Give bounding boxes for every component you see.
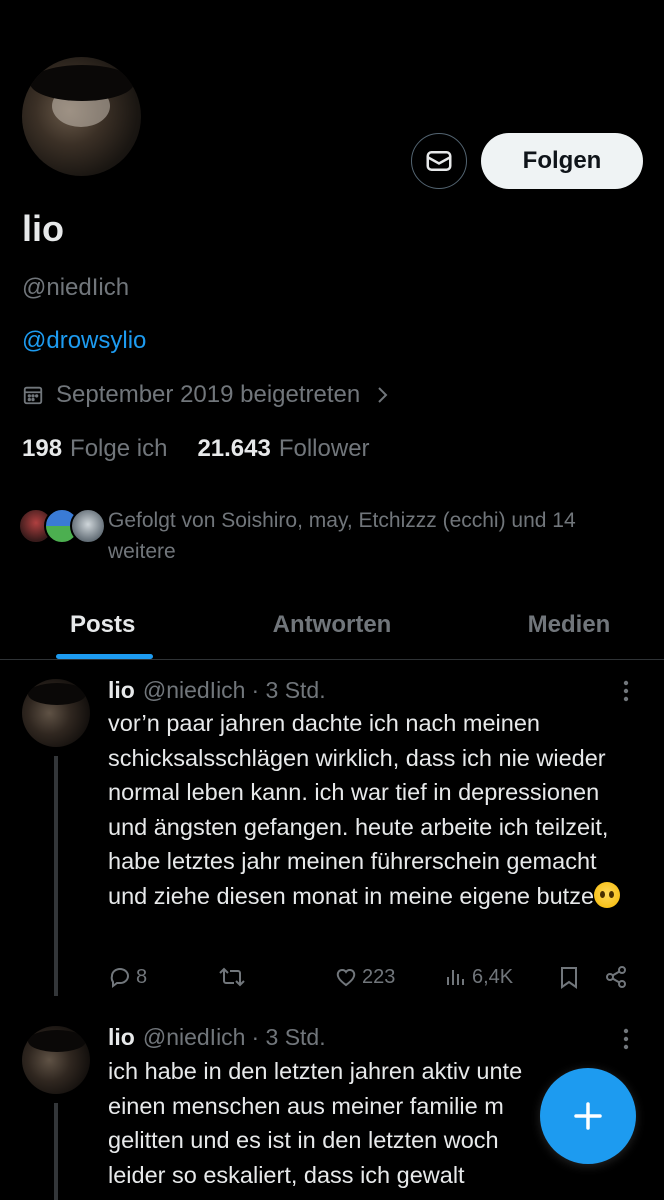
chevron-right-icon — [378, 387, 388, 403]
joined-text: September 2019 beigetreten — [56, 381, 361, 408]
reply-count: 8 — [136, 965, 148, 988]
calendar-icon — [23, 386, 43, 405]
profile-avatar[interactable] — [22, 57, 141, 176]
followers-count: 21.643 — [197, 435, 271, 462]
heart-icon — [336, 969, 356, 987]
post-author-handle[interactable]: @niedIich — [143, 677, 246, 704]
follower-avatar — [70, 508, 106, 544]
views-button[interactable]: 6,4K — [444, 965, 513, 989]
post-author-name[interactable]: lio — [108, 1024, 135, 1051]
post-body: vor’n paar jahren dachte ich nach meinen… — [108, 710, 615, 909]
reply-icon — [110, 968, 129, 988]
followers-stat[interactable]: 21.643 Follower — [197, 435, 369, 463]
followers-label: Follower — [278, 435, 370, 462]
views-icon — [447, 970, 464, 985]
share-button[interactable] — [604, 965, 628, 989]
post-header: lio @niedIich · 3 Std. — [108, 677, 326, 704]
thread-line — [54, 1103, 58, 1200]
bio-link[interactable]: @drowsylio — [22, 327, 146, 355]
post-time: · 3 Std. — [251, 677, 326, 703]
share-icon — [606, 966, 626, 988]
profile-handle: @niedIich — [22, 274, 130, 301]
envelope-icon — [426, 151, 452, 171]
post[interactable]: lio @niedIich · 3 Std. vor’n paar jahren… — [0, 660, 664, 1010]
follow-button[interactable]: Folgen — [481, 133, 643, 189]
plus-icon — [574, 1102, 602, 1130]
view-count: 6,4K — [472, 965, 514, 988]
compose-button[interactable] — [540, 1068, 636, 1164]
reply-button[interactable]: 8 — [108, 965, 147, 989]
post-avatar[interactable] — [22, 679, 90, 747]
repost-button[interactable] — [218, 965, 246, 989]
message-button[interactable] — [411, 133, 467, 189]
post-author-name[interactable]: lio — [108, 677, 135, 704]
tab-replies[interactable]: Antworten — [210, 590, 454, 659]
profile-stats: 198 Folge ich 21.643 Follower — [22, 435, 370, 463]
tab-label: Medien — [527, 610, 611, 638]
followed-by-text[interactable]: Gefolgt von Soishiro, may, Etchizzz (ecc… — [108, 505, 648, 567]
post-time: · 3 Std. — [251, 1024, 326, 1050]
tab-label: Antworten — [272, 610, 392, 638]
post-author-handle[interactable]: @niedIich — [143, 1024, 246, 1051]
following-label: Folge ich — [70, 435, 168, 462]
tab-posts[interactable]: Posts — [0, 590, 210, 659]
joined-date[interactable]: September 2019 beigetreten — [22, 381, 402, 409]
post-text: vor’n paar jahren dachte ich nach meinen… — [108, 706, 638, 913]
pleading-face-emoji — [594, 881, 621, 908]
tab-media[interactable]: Medien — [454, 590, 664, 659]
post-header: lio @niedIich · 3 Std. — [108, 1024, 326, 1051]
bookmark-button[interactable] — [558, 965, 580, 989]
followed-by-avatars[interactable] — [18, 508, 106, 544]
thread-line — [54, 756, 58, 996]
tab-label: Posts — [70, 610, 136, 638]
post-avatar[interactable] — [22, 1026, 90, 1094]
following-count: 198 — [22, 435, 63, 462]
like-button[interactable]: 223 — [334, 965, 395, 989]
profile-name: lio — [22, 208, 64, 249]
post-actions: 8 223 6,4K — [108, 962, 638, 992]
active-tab-indicator — [56, 654, 153, 659]
repost-icon — [219, 967, 245, 987]
like-count: 223 — [362, 965, 396, 988]
bookmark-icon — [561, 967, 577, 989]
following-stat[interactable]: 198 Folge ich — [22, 435, 167, 463]
profile-tabs: Posts Antworten Medien — [0, 590, 664, 660]
